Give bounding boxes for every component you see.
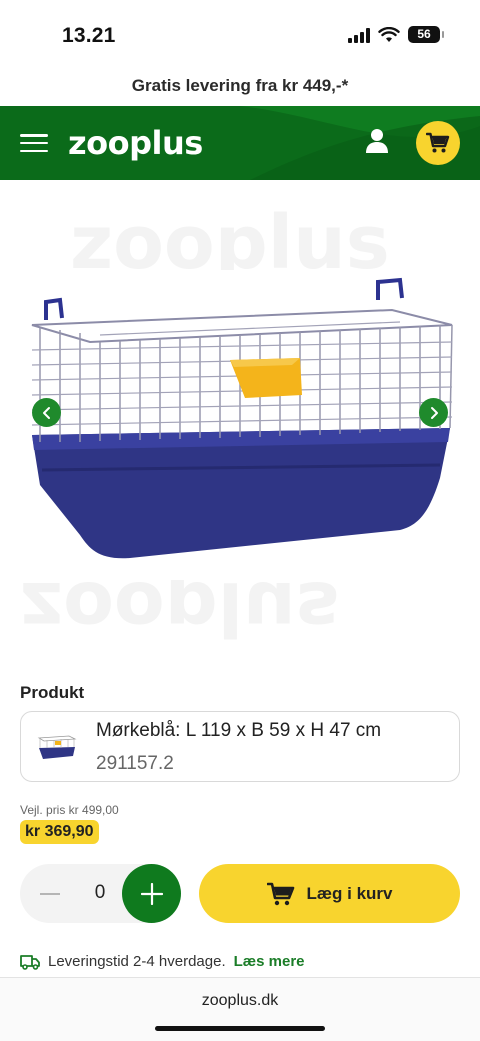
cellular-signal-icon: [348, 27, 370, 43]
variant-thumbnail: [37, 730, 77, 764]
variant-selector[interactable]: Mørkeblå: L 119 x B 59 x H 47 cm 291157.…: [20, 711, 460, 782]
variant-sku: 291157.2: [96, 753, 174, 774]
add-to-cart-label: Læg i kurv: [306, 883, 393, 903]
status-bar: 13.21 56: [0, 0, 480, 70]
cart-button[interactable]: [416, 121, 460, 165]
recommended-price: Vejl. pris kr 499,00: [20, 803, 119, 817]
delivery-text: Leveringstid 2-4 hverdage.: [48, 953, 226, 970]
user-icon[interactable]: [364, 127, 390, 160]
price-badge: kr 369,90: [20, 820, 99, 844]
add-to-cart-button[interactable]: Læg i kurv: [199, 864, 460, 923]
minus-icon: [40, 893, 60, 895]
zooplus-logo[interactable]: zooplus: [68, 124, 203, 162]
wifi-icon: [378, 26, 400, 42]
shopping-cart-icon: [426, 132, 450, 153]
plus-icon: [140, 882, 163, 905]
product-section-label: Produkt: [20, 683, 85, 702]
shopping-cart-icon: [266, 882, 294, 905]
increase-quantity-button[interactable]: [122, 864, 181, 923]
delivery-read-more-link[interactable]: Læs mere: [234, 953, 305, 970]
home-indicator[interactable]: [155, 1026, 325, 1031]
gallery-prev-button[interactable]: [32, 398, 61, 427]
status-icons: 56: [348, 26, 444, 43]
browser-address-bar[interactable]: zooplus.dk: [0, 977, 480, 1041]
product-image: [20, 270, 460, 580]
hamburger-menu-icon[interactable]: [20, 131, 48, 155]
variant-name: Mørkeblå: L 119 x B 59 x H 47 cm: [96, 720, 382, 741]
battery-icon: 56: [408, 26, 444, 43]
chevron-right-icon: [430, 406, 438, 419]
app-header: zooplus: [0, 106, 480, 180]
quantity-value[interactable]: 0: [88, 882, 112, 904]
quantity-stepper: 0: [20, 864, 181, 923]
promo-banner[interactable]: Gratis levering fra kr 449,-*: [0, 76, 480, 96]
decrease-quantity-button[interactable]: [38, 882, 62, 906]
product-gallery[interactable]: zooplus zooplus: [0, 190, 480, 651]
chevron-left-icon: [42, 406, 50, 419]
delivery-truck-icon: [20, 954, 40, 970]
status-time: 13.21: [62, 24, 116, 47]
url-text[interactable]: zooplus.dk: [0, 992, 480, 1010]
delivery-info: Leveringstid 2-4 hverdage. Læs mere: [20, 953, 305, 970]
gallery-next-button[interactable]: [419, 398, 448, 427]
